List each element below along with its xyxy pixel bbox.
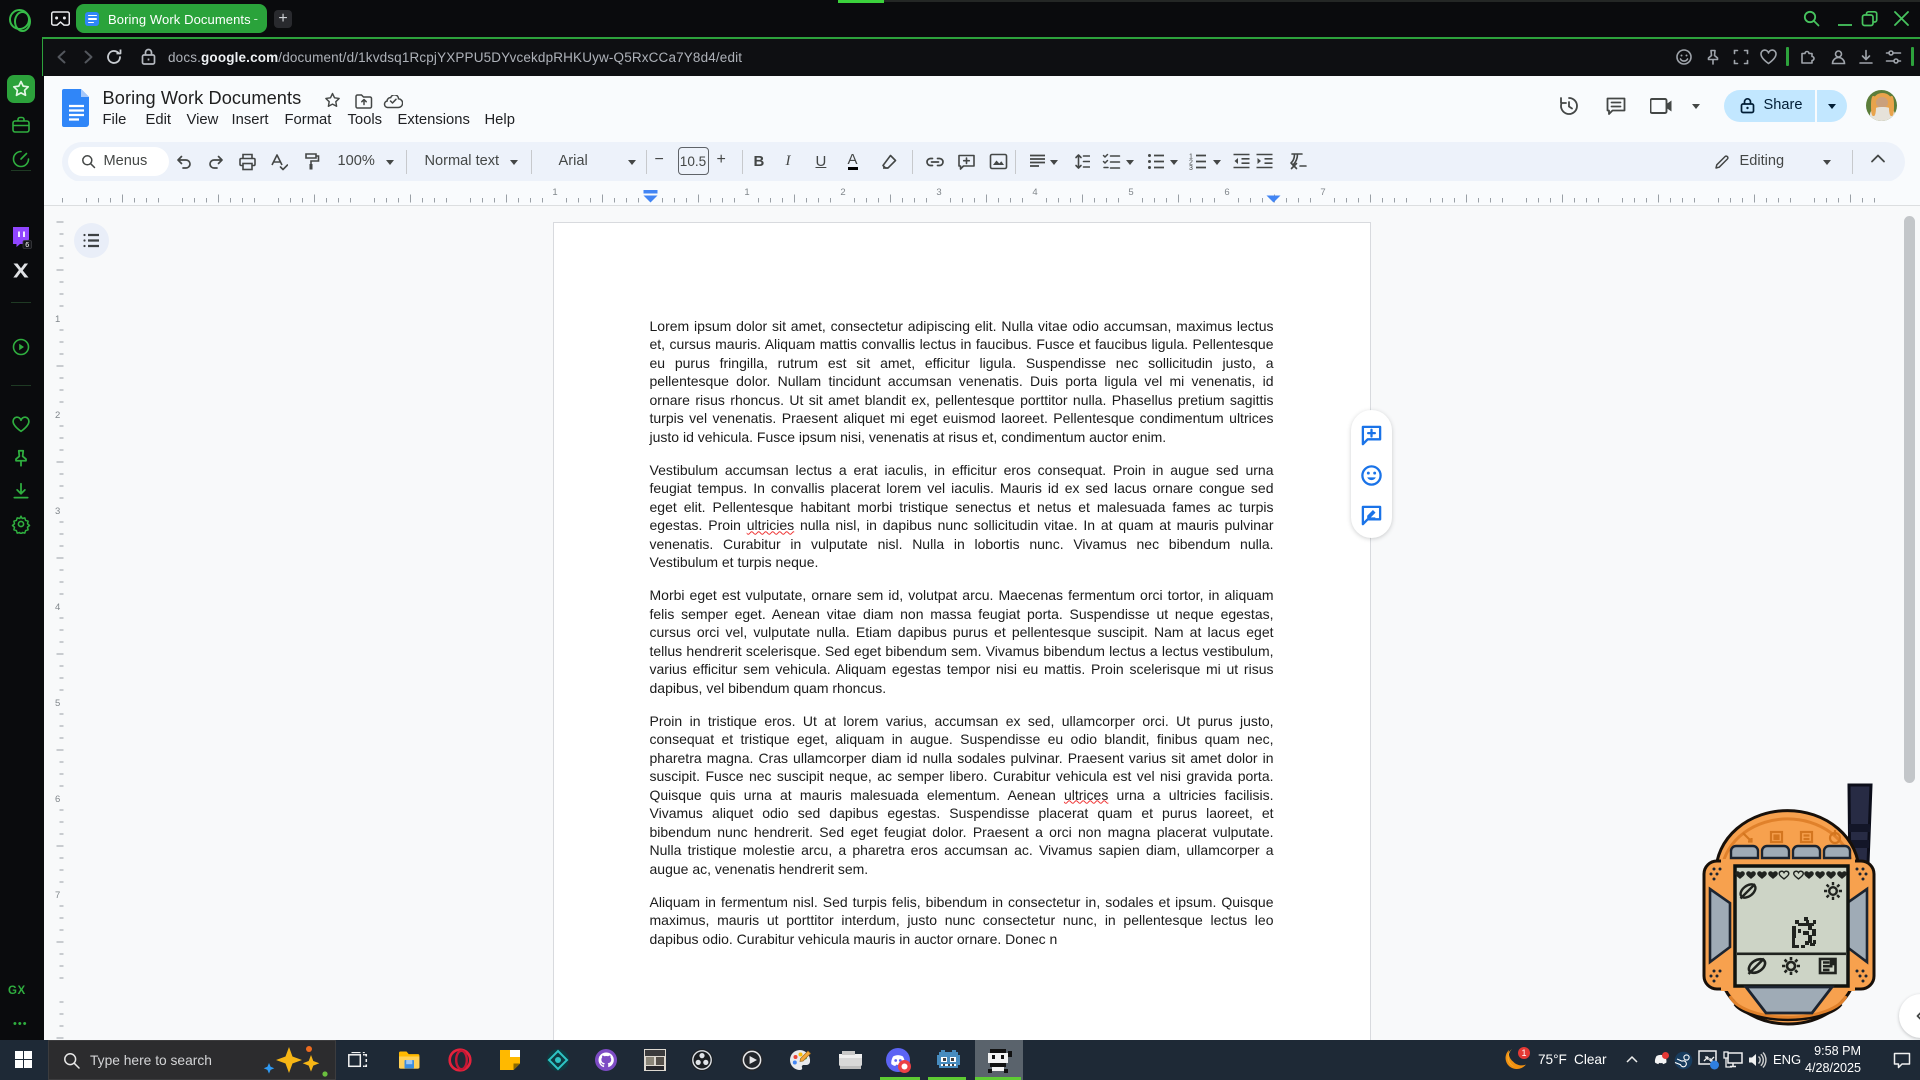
svg-text:1: 1 <box>1521 1048 1526 1058</box>
svg-text:7: 7 <box>1320 187 1325 198</box>
svg-text:5: 5 <box>55 698 60 709</box>
svg-text:1: 1 <box>744 187 749 198</box>
svg-text:6: 6 <box>25 242 29 249</box>
svg-text:3: 3 <box>1189 165 1193 170</box>
svg-text:1: 1 <box>55 314 60 325</box>
svg-text:2: 2 <box>55 410 60 421</box>
svg-text:6: 6 <box>55 794 60 805</box>
svg-text:4: 4 <box>55 602 60 613</box>
svg-text:1: 1 <box>552 187 557 198</box>
svg-text:7: 7 <box>55 890 60 901</box>
svg-text:4: 4 <box>1032 187 1037 198</box>
svg-text:6: 6 <box>1224 187 1229 198</box>
svg-text:2: 2 <box>840 187 845 198</box>
svg-text:5: 5 <box>1128 187 1133 198</box>
svg-text:3: 3 <box>936 187 941 198</box>
svg-text:3: 3 <box>55 506 60 517</box>
